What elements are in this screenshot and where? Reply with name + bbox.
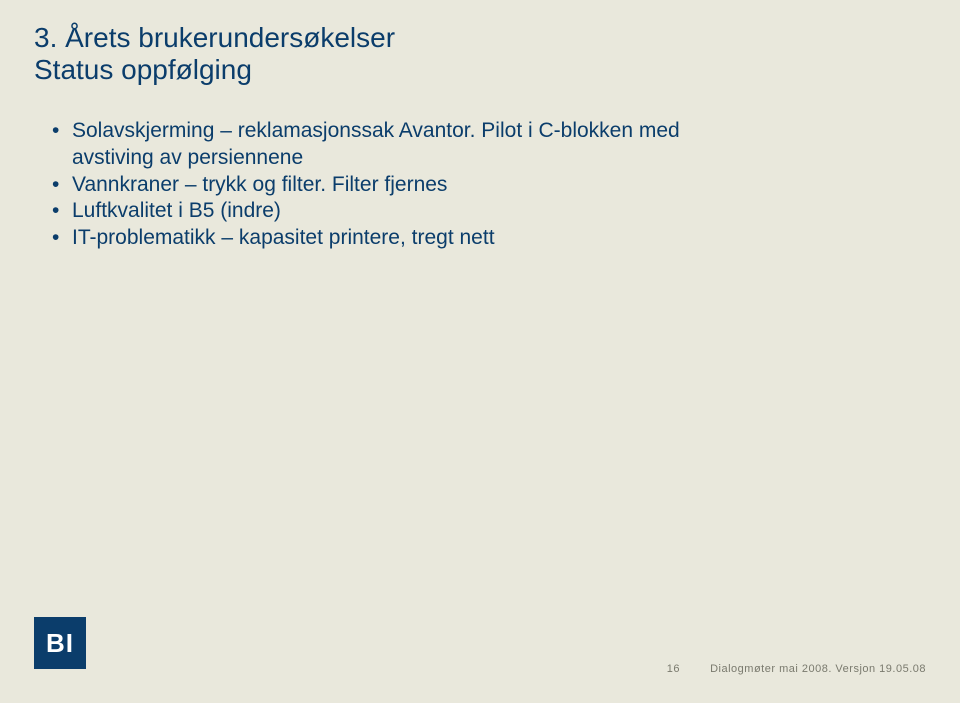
slide-content: 3. Årets brukerundersøkelser Status oppf… — [0, 0, 960, 250]
bi-logo: BI — [34, 617, 86, 669]
bullet-item: IT-problematikk – kapasitet printere, tr… — [52, 225, 926, 251]
bullet-list: Solavskjerming – reklamasjonssak Avantor… — [52, 118, 926, 250]
bi-logo-text: BI — [46, 628, 74, 659]
bullet-item: Vannkraner – trykk og filter. Filter fje… — [52, 172, 926, 198]
bullet-item: Luftkvalitet i B5 (indre) — [52, 198, 926, 224]
heading-line-1: 3. Årets brukerundersøkelser — [34, 22, 926, 54]
bullet-item-continuation: avstiving av persiennene — [52, 145, 926, 171]
page-number: 16 — [667, 663, 680, 675]
heading-line-2: Status oppfølging — [34, 54, 926, 86]
bullet-item: Solavskjerming – reklamasjonssak Avantor… — [52, 118, 926, 144]
footer-note: Dialogmøter mai 2008. Versjon 19.05.08 — [710, 663, 926, 675]
